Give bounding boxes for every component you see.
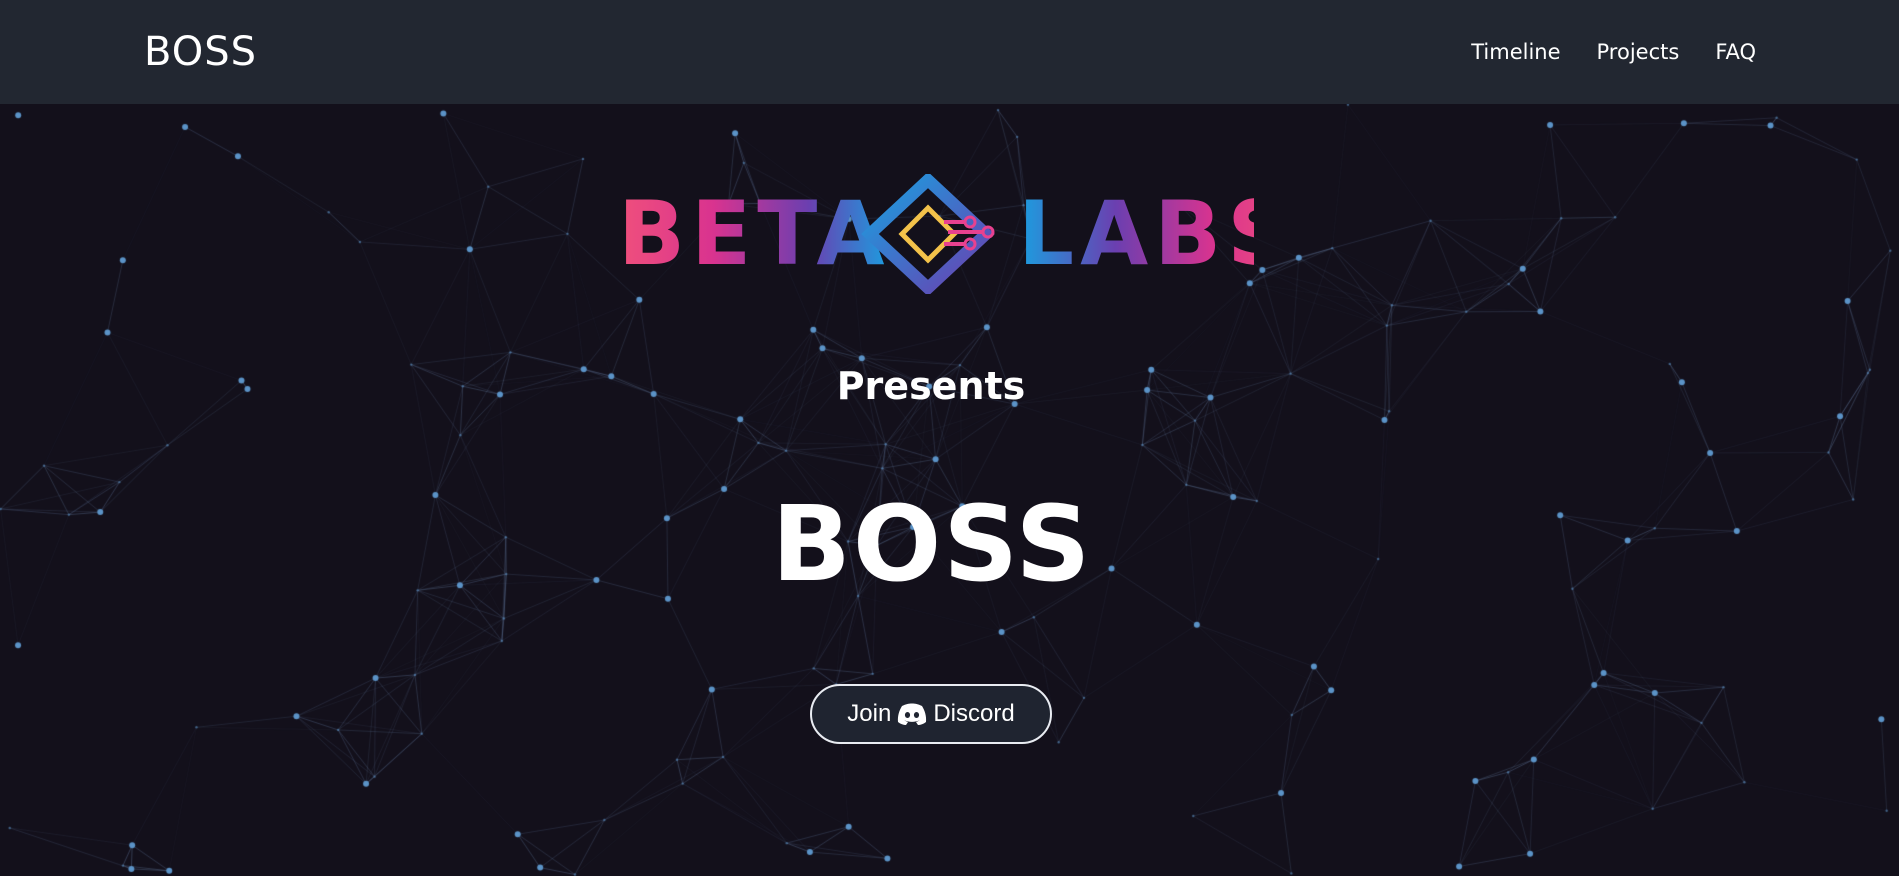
- logo-text-left: BETA: [618, 182, 891, 285]
- nav-links: Timeline Projects FAQ: [1471, 38, 1756, 66]
- presents-text: Presents: [836, 364, 1026, 408]
- beta-labs-logo: BETA LABS: [618, 174, 1254, 294]
- logo-text-right: LABS: [1018, 182, 1254, 285]
- join-label: Join: [847, 700, 892, 727]
- discord-icon: [898, 703, 927, 725]
- join-discord-button[interactable]: Join Discord: [810, 684, 1052, 744]
- discord-label: Discord: [933, 700, 1015, 727]
- nav-link-timeline[interactable]: Timeline: [1471, 38, 1560, 66]
- nav-link-faq[interactable]: FAQ: [1715, 38, 1756, 66]
- top-navbar: BOSS Timeline Projects FAQ: [0, 0, 1899, 104]
- hero-section: BETA LABS Presents BOSS Join Discord: [0, 104, 1899, 876]
- nav-link-projects[interactable]: Projects: [1597, 38, 1680, 66]
- hero-title: BOSS: [771, 483, 1093, 605]
- brand-logo-text[interactable]: BOSS: [144, 26, 257, 78]
